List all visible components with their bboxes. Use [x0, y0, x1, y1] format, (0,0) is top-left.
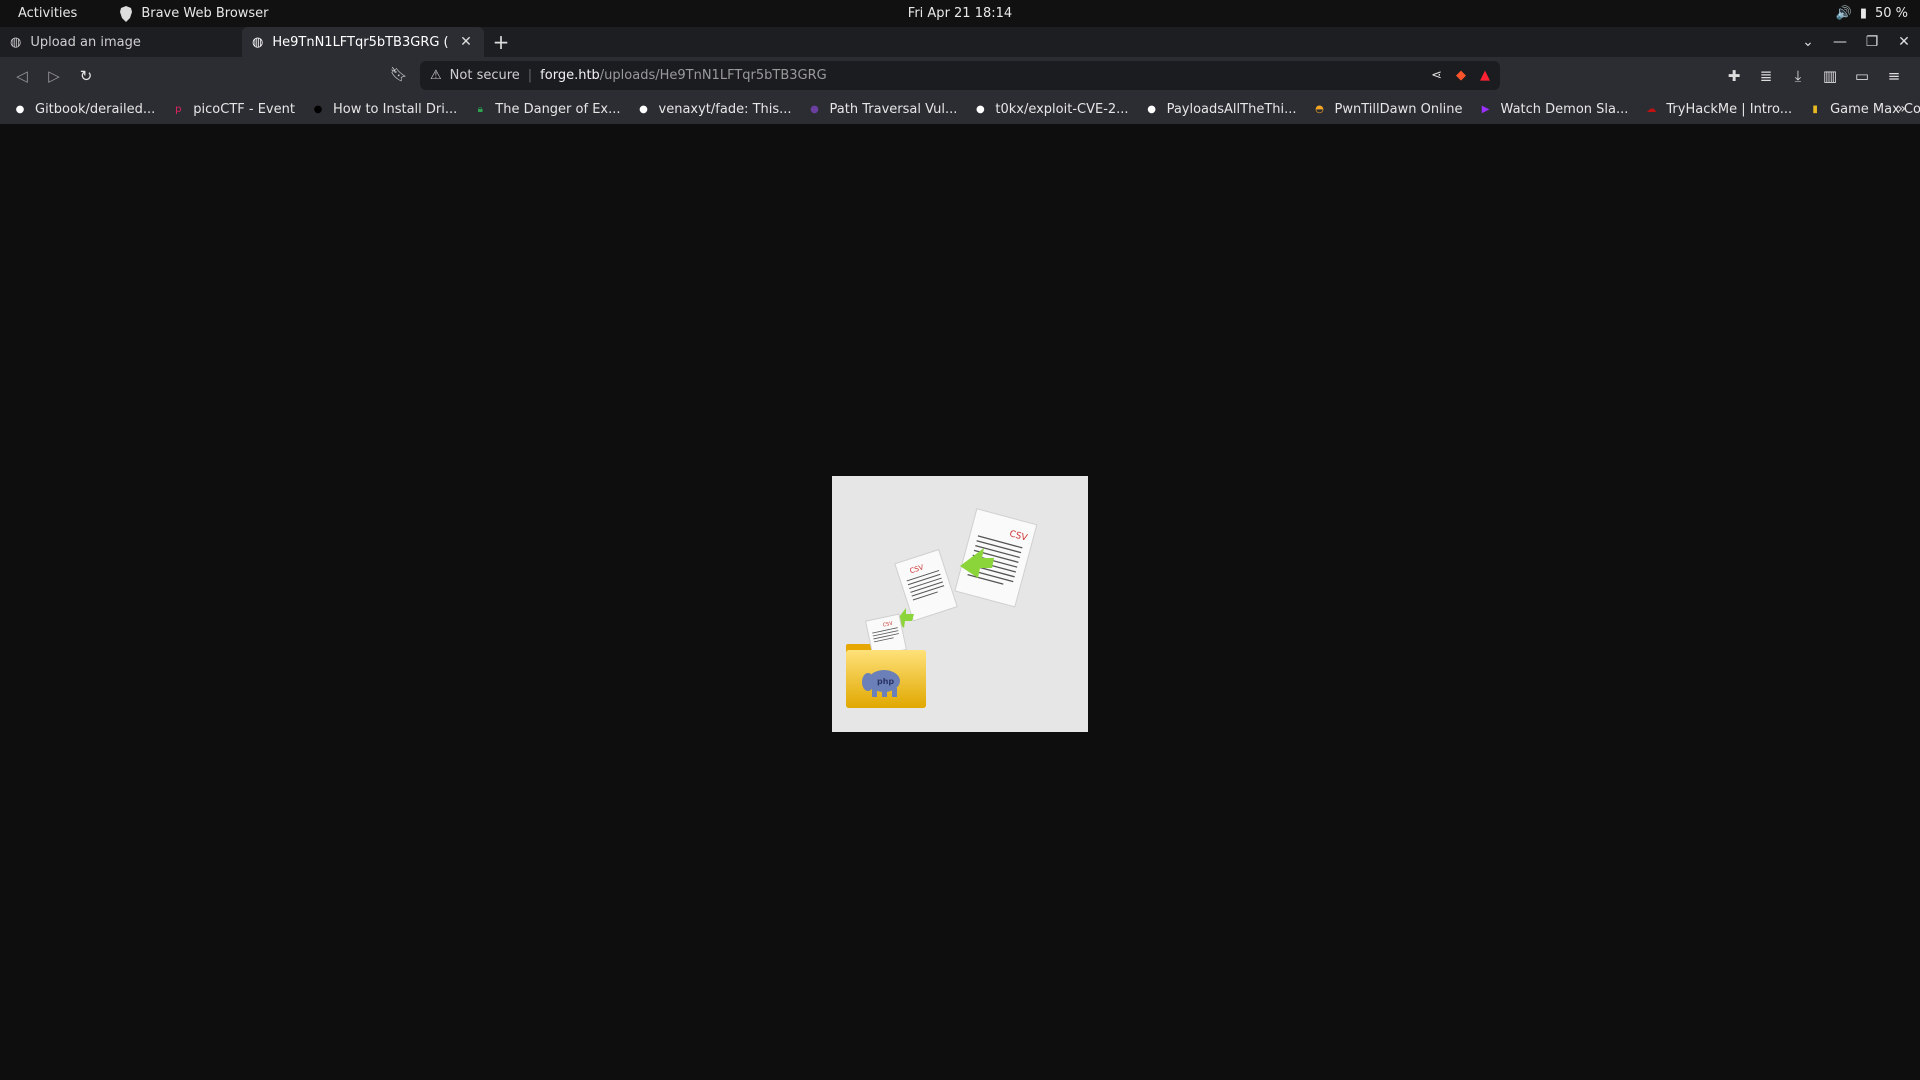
bookmark-label: How to Install Dri... [332, 101, 458, 117]
tab-search-chevron-icon[interactable]: ⌄ [1792, 34, 1824, 50]
brave-rewards-icon[interactable]: ▲ [1480, 68, 1490, 83]
bookmark-label: PayloadsAllTheThi... [1166, 101, 1297, 117]
bookmark-item[interactable]: ● Gitbook/derailed... [12, 101, 156, 117]
battery-icon: ▮ [1859, 6, 1867, 21]
address-bar-actions: ⋖ ◆ ▲ [1431, 68, 1490, 83]
bookmark-item[interactable]: ☁ TryHackMe | Intro... [1643, 101, 1792, 117]
bookmark-label: PwnTillDawn Online [1334, 101, 1463, 117]
more-bookmarks-icon[interactable]: » [1897, 101, 1906, 117]
app-name-label: Brave Web Browser [141, 6, 269, 21]
bookmark-label: TryHackMe | Intro... [1666, 101, 1793, 117]
download-icon[interactable]: ⤓ [1782, 67, 1814, 85]
bookmark-item[interactable]: 🔒︎ The Danger of Ex... [472, 101, 621, 117]
close-tab-icon[interactable]: ✕ [458, 34, 474, 50]
bookmark-item[interactable]: ● How to Install Dri... [310, 101, 458, 117]
bookmark-page-icon[interactable]: 🔖︎ [390, 67, 408, 83]
minimize-icon[interactable]: — [1824, 34, 1856, 50]
warning-icon: ⚠ [430, 68, 442, 83]
bookmark-label: venaxyt/fade: This... [658, 101, 792, 117]
media-playlist-icon[interactable]: ≣ [1750, 67, 1782, 85]
bookmark-item[interactable]: ◓ PwnTillDawn Online [1312, 101, 1463, 117]
system-tray[interactable]: 🔊 ▮ 50 % [1836, 6, 1908, 21]
tab-upload-image[interactable]: ◍ Upload an image [0, 27, 242, 57]
tryhackme-icon: ☁ [1646, 103, 1657, 115]
bookmark-item[interactable]: ● Path Traversal Vul... [807, 101, 958, 117]
globe-icon: ◍ [252, 34, 264, 50]
wallet-icon[interactable]: ▭ [1846, 67, 1878, 85]
activities-button[interactable]: Activities [18, 6, 77, 21]
volume-icon: 🔊 [1835, 6, 1852, 21]
tab-title: Upload an image [30, 34, 141, 50]
system-top-bar: Activities Brave Web Browser Fri Apr 21 … [0, 0, 1920, 27]
bookmark-item[interactable]: ▶ Watch Demon Sla... [1478, 101, 1629, 117]
clock[interactable]: Fri Apr 21 18:14 [0, 6, 1920, 21]
new-tab-button[interactable]: + [484, 27, 518, 57]
extensions-puzzle-icon[interactable]: ✚ [1718, 67, 1750, 85]
close-window-icon[interactable]: ✕ [1888, 34, 1920, 50]
restore-icon[interactable]: ❐ [1856, 34, 1888, 50]
security-label[interactable]: Not secure [450, 68, 520, 83]
gamemax-icon: ▮ [1812, 103, 1818, 115]
site-icon: ● [810, 103, 819, 115]
bookmark-label: Gitbook/derailed... [35, 101, 156, 117]
page-content: CSV CSV CSV php [0, 124, 1920, 1080]
bookmark-item[interactable]: ● t0kx/exploit-CVE-2... [972, 101, 1129, 117]
bookmark-label: Path Traversal Vul... [829, 101, 958, 117]
bookmark-label: The Danger of Ex... [495, 101, 621, 117]
browser-toolbar: ◁ ▷ ↻ 🔖︎ ⚠ Not secure | forge.htb /uploa… [0, 57, 1920, 94]
php-upload-illustration: CSV CSV CSV php [832, 476, 1088, 732]
svg-text:php: php [877, 677, 894, 686]
separator: | [527, 68, 533, 83]
app-menu[interactable]: Brave Web Browser [119, 5, 269, 22]
bookmark-label: Watch Demon Sla... [1500, 101, 1629, 117]
extension-toolbar: ✚ ≣ ⤓ ▥ ▭ ≡ [1718, 57, 1910, 94]
reload-button[interactable]: ↻ [70, 62, 102, 90]
bookmark-item[interactable]: p picoCTF - Event [170, 101, 295, 117]
tab-title: He9TnN1LFTqr5bTB3GRG (256×25 [272, 34, 449, 50]
brave-lion-icon [120, 5, 133, 22]
lock-icon: 🔒︎ [477, 103, 483, 115]
brave-shields-icon[interactable]: ◆ [1456, 68, 1466, 83]
site-icon: ● [313, 103, 323, 115]
sidebar-icon[interactable]: ▥ [1814, 67, 1846, 85]
back-button[interactable]: ◁ [6, 62, 38, 90]
play-icon: ▶ [1481, 103, 1490, 115]
globe-icon: ◍ [10, 34, 22, 50]
github-icon: ● [639, 103, 648, 115]
battery-percent: 50 % [1874, 6, 1908, 21]
github-icon: ● [975, 103, 985, 115]
pwntilldawn-icon: ◓ [1315, 103, 1324, 115]
bookmark-label: t0kx/exploit-CVE-2... [995, 101, 1129, 117]
address-bar[interactable]: ⚠ Not secure | forge.htb /uploads/He9TnN… [420, 61, 1500, 90]
bookmark-label: Game Max Comm... [1830, 101, 1920, 117]
bookmark-item[interactable]: ● venaxyt/fade: This... [636, 101, 792, 117]
share-icon[interactable]: ⋖ [1431, 68, 1442, 83]
forward-button[interactable]: ▷ [38, 62, 70, 90]
tab-strip: ◍ Upload an image ◍ He9TnN1LFTqr5bTB3GRG… [0, 27, 1920, 57]
github-icon: ● [15, 103, 25, 115]
window-controls: ⌄ — ❐ ✕ [1792, 27, 1920, 57]
menu-icon[interactable]: ≡ [1878, 67, 1910, 85]
picoctf-icon: p [175, 103, 182, 115]
uploaded-image[interactable]: CSV CSV CSV php [832, 476, 1088, 732]
github-icon: ● [1147, 103, 1156, 115]
tab-uploaded-image[interactable]: ◍ He9TnN1LFTqr5bTB3GRG (256×25 ✕ [242, 27, 484, 57]
bookmark-label: picoCTF - Event [193, 101, 295, 117]
bookmark-item[interactable]: ● PayloadsAllTheThi... [1144, 101, 1297, 117]
bookmarks-bar: ● Gitbook/derailed... p picoCTF - Event ● How… [0, 94, 1920, 124]
url-path: /uploads/He9TnN1LFTqr5bTB3GRG [599, 68, 827, 83]
url-host: forge.htb [540, 68, 600, 83]
